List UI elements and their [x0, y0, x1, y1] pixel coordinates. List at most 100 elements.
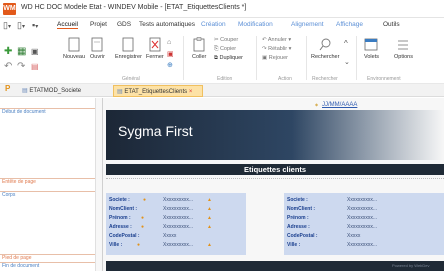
- tab-creation[interactable]: Création: [201, 21, 226, 28]
- group-action-label: Action: [278, 76, 292, 82]
- couper-label: Couper: [220, 37, 239, 43]
- field-value[interactable]: Xxxxxxxxxx...: [347, 224, 377, 230]
- field-value[interactable]: Xxxxxxxxxx...: [163, 197, 193, 203]
- title-band[interactable]: Etiquettes clients: [106, 164, 444, 175]
- panes-icon: [365, 38, 378, 51]
- chevron-down-icon[interactable]: ⌄: [344, 58, 350, 66]
- panel-icon[interactable]: ▣: [31, 47, 39, 56]
- label-block-left[interactable]: Societe : ● Xxxxxxxxxx... ▲ NomClient : …: [106, 193, 246, 255]
- options-label: Options: [394, 54, 413, 60]
- field-value[interactable]: Xxxxxxxxxx...: [347, 215, 377, 221]
- link-icon: ●: [141, 215, 145, 221]
- field-key: CodePostal :: [109, 233, 140, 239]
- document-icon[interactable]: ▣: [167, 50, 174, 58]
- close-tab-icon[interactable]: ×: [189, 89, 193, 95]
- replay-icon: ▣: [262, 55, 268, 61]
- options-icon: [398, 40, 409, 50]
- rejouer-button[interactable]: ▣ Rejouer: [262, 55, 288, 61]
- field-value[interactable]: Xxxxxxxxxx...: [163, 224, 193, 230]
- tab-modification[interactable]: Modification: [238, 21, 273, 28]
- link-icon: ●: [137, 242, 141, 248]
- tab-projet[interactable]: Projet: [90, 21, 107, 28]
- report-title[interactable]: Etiquettes clients: [244, 164, 306, 175]
- brand-title[interactable]: Sygma First: [118, 123, 193, 139]
- tab-etat-etiquettesclients[interactable]: ▤ ETAT_EtiquettesClients ×: [113, 85, 203, 97]
- couper-button[interactable]: ✂ Couper: [214, 37, 238, 43]
- coller-button[interactable]: Coller: [192, 37, 206, 60]
- chevron-up-icon[interactable]: ^: [344, 39, 348, 48]
- field-value[interactable]: Xxxxxxxxxx...: [163, 215, 193, 221]
- rechercher-button[interactable]: Rechercher: [311, 37, 339, 60]
- field-value[interactable]: Xxxxxxxxxx...: [163, 206, 193, 212]
- tab-outils[interactable]: Outils: [383, 21, 400, 28]
- document-tabs: P ▤ ETATMOD_Societe ▤ ETAT_EtiquettesCli…: [0, 84, 444, 97]
- close-file-icon: [149, 37, 161, 52]
- annuler-label: Annuler: [267, 37, 287, 43]
- tab-alignement[interactable]: Alignement: [291, 21, 324, 28]
- enregistrer-label: Enregistrer: [115, 54, 142, 60]
- date-field[interactable]: JJ/MM/AAAA: [322, 102, 357, 108]
- field-value[interactable]: Xxxxxxxxxx...: [347, 242, 377, 248]
- pin-icon[interactable]: P: [5, 84, 10, 93]
- tab-etatmod-societe[interactable]: ▤ ETATMOD_Societe: [19, 85, 84, 97]
- zone-pied-page[interactable]: Pied de page: [0, 254, 95, 261]
- tab-gds[interactable]: GDS: [117, 21, 131, 28]
- vertical-ruler: [102, 98, 103, 271]
- zone-entete-page[interactable]: Entête de page: [0, 178, 95, 185]
- marker-icon: ◆: [315, 102, 319, 107]
- field-key: Ville :: [287, 242, 301, 248]
- tab-tests-automatiques[interactable]: Tests automatiques: [139, 21, 195, 28]
- ouvrir-button[interactable]: Ouvrir: [90, 37, 105, 60]
- back-icon[interactable]: ↶: [4, 61, 12, 72]
- zone-fin-document[interactable]: Fin de document: [0, 262, 95, 269]
- enregistrer-button[interactable]: Enregistrer: [115, 37, 142, 60]
- title-bar: WM WD HC DOC Modele Etat - WINDEV Mobile…: [0, 0, 444, 18]
- group-rechercher-label: Rechercher: [312, 76, 338, 82]
- globe-icon[interactable]: ⊕: [167, 61, 173, 69]
- rejouer-label: Rejouer: [268, 55, 288, 61]
- add-element-icon[interactable]: ✚: [4, 46, 12, 57]
- field-key: Prénom :: [287, 215, 309, 221]
- forward-icon[interactable]: ↷: [17, 61, 25, 72]
- dupliquer-label: Dupliquer: [219, 55, 244, 61]
- save-file-icon: [123, 37, 134, 52]
- warning-icon: ▲: [207, 242, 212, 248]
- ribbon-tabs-row: ▯▾ ▯▾ ▪▾ Accueil Projet GDS Tests automa…: [0, 18, 444, 32]
- options-button[interactable]: Options: [394, 37, 413, 60]
- field-value[interactable]: Xxxxxxxxxx...: [347, 197, 377, 203]
- copier-button[interactable]: ⎘ Copier: [214, 46, 236, 53]
- zone-corps[interactable]: Corps: [0, 191, 95, 198]
- retablir-button[interactable]: ↷ Rétablir ▾: [262, 46, 291, 52]
- field-value[interactable]: Xxxxx: [163, 233, 176, 239]
- grid-icon[interactable]: ▦: [17, 46, 26, 57]
- copy-icon: ⎘: [214, 46, 219, 52]
- save-icon[interactable]: ▪▾: [32, 20, 38, 30]
- warning-icon: ▲: [207, 206, 212, 212]
- annuler-button[interactable]: ↶ Annuler ▾: [262, 37, 291, 43]
- field-value[interactable]: Xxxxxxxxxx...: [347, 206, 377, 212]
- field-value[interactable]: Xxxxx: [347, 233, 360, 239]
- paste-icon: [193, 37, 205, 52]
- fermer-button[interactable]: Fermer: [146, 37, 164, 60]
- label-block-right[interactable]: Societe : Xxxxxxxxxx... NomClient : Xxxx…: [284, 193, 444, 255]
- open-icon[interactable]: ▯▾: [17, 20, 25, 30]
- duplicate-icon: ⧉: [214, 55, 218, 61]
- column-separator: [106, 178, 444, 184]
- report-canvas[interactable]: Sygma First ◆ JJ/MM/AAAA Etiquettes clie…: [96, 98, 444, 271]
- group-general-label: Général: [122, 76, 140, 82]
- nouveau-button[interactable]: Nouveau: [63, 37, 85, 60]
- zone-debut-document[interactable]: Début de document: [0, 108, 95, 115]
- volets-button[interactable]: Volets: [364, 37, 379, 60]
- cut-icon: ✂: [214, 37, 219, 43]
- field-value[interactable]: Xxxxxxxxxx...: [163, 242, 193, 248]
- search-icon: [319, 38, 331, 51]
- separator: [356, 36, 357, 80]
- tab-affichage[interactable]: Affichage: [336, 21, 363, 28]
- new-document-icon[interactable]: ▯▾: [3, 20, 11, 30]
- tab-accueil[interactable]: Accueil: [57, 21, 78, 29]
- report-icon: ▤: [117, 89, 123, 95]
- separator: [306, 36, 307, 80]
- dupliquer-button[interactable]: ⧉ Dupliquer: [214, 55, 243, 62]
- home-icon[interactable]: ⌂: [167, 39, 171, 46]
- layout-icon[interactable]: ▤: [31, 62, 39, 71]
